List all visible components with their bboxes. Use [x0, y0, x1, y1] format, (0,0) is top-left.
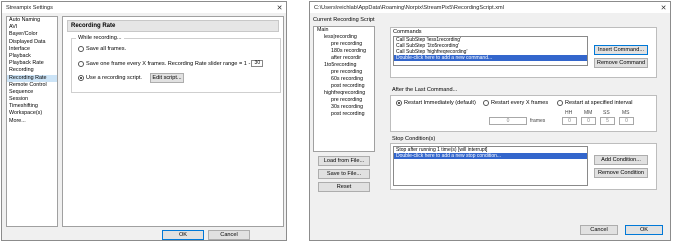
nav-item-recording-rate[interactable]: Recording Rate — [7, 74, 57, 82]
frames-label: frames — [530, 118, 546, 124]
script-cancel-button[interactable]: Cancel — [580, 225, 618, 235]
restart-immediately-radio[interactable] — [396, 100, 402, 106]
settings-ok-button[interactable]: OK — [162, 230, 204, 240]
tree-item-pre-recording[interactable]: pre recording — [314, 97, 374, 104]
use-script-radio[interactable] — [78, 75, 84, 81]
recording-rate-panel: Recording Rate While recording... Save a… — [62, 16, 284, 227]
remove-command-button[interactable]: Remove Command — [594, 58, 648, 68]
nav-item-auto-naming[interactable]: Auto Naming — [7, 17, 57, 24]
mm-input[interactable]: 0 — [581, 117, 596, 125]
settings-cancel-button[interactable]: Cancel — [208, 230, 250, 240]
save-every-option[interactable]: Save one frame every X frames. Recording… — [78, 60, 264, 67]
add-condition-button[interactable]: Add Condition... — [594, 155, 648, 165]
slider-range-input[interactable]: 30 — [251, 60, 264, 67]
tree-item-1to5recording[interactable]: 1to5recording — [314, 62, 374, 69]
load-from-file-button[interactable]: Load from File... — [318, 156, 370, 166]
restart-interval-option[interactable]: Restart at specified interval — [557, 100, 632, 106]
nav-item-session[interactable]: Session — [7, 96, 57, 103]
commands-list: Call SubStep 'less1recording' Call SubSt… — [393, 36, 588, 66]
use-script-option[interactable]: Use a recording script. — [78, 75, 142, 81]
stop-conditions-list: Stop after running 1 time(s) [will inter… — [393, 146, 588, 186]
script-ok-button[interactable]: OK — [625, 225, 663, 235]
nav-item-displayed-data[interactable]: Displayed Data — [7, 39, 57, 46]
tree-item-less1recording[interactable]: less|recording — [314, 34, 374, 41]
stop-conditions-label: Stop Condition(s) — [392, 136, 436, 142]
ms-input[interactable]: 0 — [619, 117, 634, 125]
panel-title: Recording Rate — [67, 20, 279, 32]
restart-every-option[interactable]: Restart every X frames — [483, 100, 548, 106]
group-label: While recording... — [76, 35, 124, 41]
save-every-label: Save one frame every X frames. Recording… — [86, 60, 251, 67]
nav-item-playback-rate[interactable]: Playback Rate — [7, 60, 57, 67]
while-recording-group: While recording... Save all frames. Save… — [71, 35, 281, 93]
restart-immediately-option[interactable]: Restart Immediately (default) — [396, 100, 476, 106]
stop-conditions-section: Stop after running 1 time(s) [will inter… — [390, 143, 657, 190]
tree-item-30s-recording[interactable]: 30s recording — [314, 104, 374, 111]
ss-label: SS — [603, 110, 610, 116]
save-to-file-button[interactable]: Save to File... — [318, 169, 370, 179]
close-icon[interactable]: ✕ — [657, 2, 670, 13]
tree-item-pre-recording[interactable]: pre recording — [314, 41, 374, 48]
remove-condition-button[interactable]: Remove Condition — [594, 168, 648, 178]
settings-window: Streampix Settings ✕ Auto Naming AVI Bay… — [1, 1, 287, 241]
current-script-label: Current Recording Script — [313, 17, 375, 23]
script-titlebar: C:\Users\reichlab\AppData\Roaming\Norpix… — [310, 2, 670, 13]
ss-input[interactable]: 5 — [600, 117, 615, 125]
restart-interval-radio[interactable] — [557, 100, 563, 106]
nav-item-recording[interactable]: Recording — [7, 67, 57, 74]
commands-section: Commands Call SubStep 'less1recording' C… — [390, 27, 657, 78]
script-title: C:\Users\reichlab\AppData\Roaming\Norpix… — [314, 4, 504, 11]
save-all-radio[interactable] — [78, 46, 84, 52]
after-last-command-section: Restart Immediately (default) Restart ev… — [390, 95, 657, 132]
nav-item-bayer-color[interactable]: Bayer/Color — [7, 31, 57, 38]
nav-item-sequence[interactable]: Sequence — [7, 89, 57, 96]
nav-item-interface[interactable]: Interface — [7, 46, 57, 53]
nav-item-more[interactable]: More... — [7, 118, 57, 125]
frames-input[interactable]: 0 — [489, 117, 527, 125]
use-script-label: Use a recording script. — [86, 75, 142, 81]
commands-label: Commands — [393, 29, 422, 35]
reset-button[interactable]: Reset — [318, 182, 370, 192]
insert-command-button[interactable]: Insert Command... — [594, 45, 648, 55]
save-every-radio[interactable] — [78, 60, 84, 67]
tree-item-pre-recording[interactable]: pre recording — [314, 69, 374, 76]
restart-every-radio[interactable] — [483, 100, 489, 106]
add-command-item[interactable]: Double-click here to add a new command..… — [394, 55, 587, 61]
tree-item-main[interactable]: Main — [314, 27, 374, 34]
add-stop-condition-item[interactable]: Double-click here to add a new stop cond… — [394, 153, 587, 159]
tree-item-post-recording[interactable]: post recording — [314, 83, 374, 90]
close-icon[interactable]: ✕ — [273, 2, 286, 13]
nav-item-remote-control[interactable]: Remote Control — [7, 82, 57, 89]
recording-script-window: C:\Users\reichlab\AppData\Roaming\Norpix… — [309, 1, 671, 241]
nav-item-workspaces[interactable]: Workspace(s) — [7, 110, 57, 117]
tree-item-after-recording[interactable]: after recordir — [314, 55, 374, 62]
tree-item-highfreqrecording[interactable]: highfreqrecording — [314, 90, 374, 97]
tree-item-180s-recording[interactable]: 180s recording — [314, 48, 374, 55]
hh-input[interactable]: 0 — [562, 117, 577, 125]
edit-script-button[interactable]: Edit script... — [150, 73, 184, 83]
script-tree: Main less|recording pre recording 180s r… — [313, 26, 375, 152]
restart-every-label: Restart every X frames — [491, 100, 549, 106]
tree-item-60s-recording[interactable]: 60s recording — [314, 76, 374, 83]
settings-titlebar: Streampix Settings ✕ — [2, 2, 286, 13]
save-all-option[interactable]: Save all frames. — [78, 46, 126, 52]
after-last-command-label: After the Last Command... — [392, 87, 458, 93]
ms-label: MS — [622, 110, 630, 116]
settings-title: Streampix Settings — [6, 4, 53, 11]
restart-interval-label: Restart at specified interval — [565, 100, 633, 106]
hh-label: HH — [565, 110, 573, 116]
restart-immediately-label: Restart Immediately (default) — [404, 100, 476, 106]
save-all-label: Save all frames. — [86, 46, 127, 52]
tree-item-post-recording[interactable]: post recording — [314, 111, 374, 118]
nav-item-playback[interactable]: Playback — [7, 53, 57, 60]
settings-nav-list: Auto Naming AVI Bayer/Color Displayed Da… — [6, 16, 58, 227]
nav-item-timeshifting[interactable]: Timeshifting — [7, 103, 57, 110]
nav-item-avi[interactable]: AVI — [7, 24, 57, 31]
mm-label: MM — [584, 110, 593, 116]
